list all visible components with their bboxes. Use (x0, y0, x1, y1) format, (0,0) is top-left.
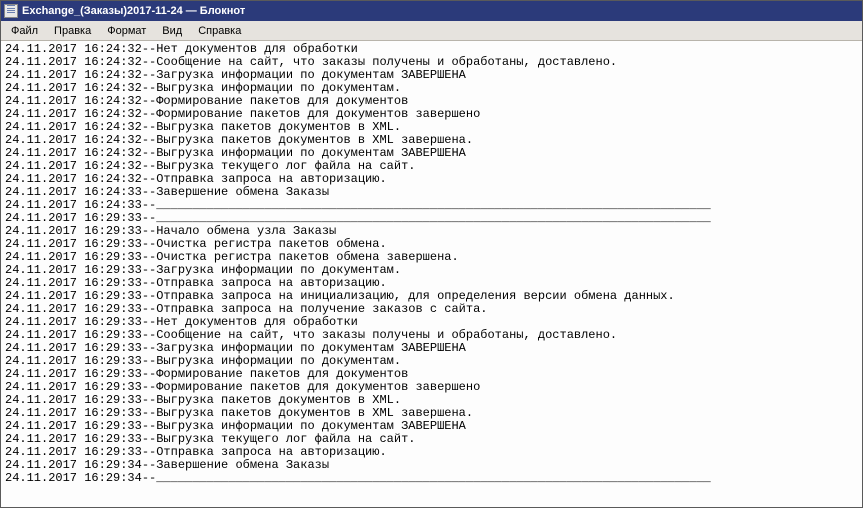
menu-help[interactable]: Справка (190, 23, 249, 39)
titlebar[interactable]: Exchange_(Заказы)2017-11-24 — Блокнот (1, 1, 862, 21)
menu-format[interactable]: Формат (99, 23, 154, 39)
notepad-window: Exchange_(Заказы)2017-11-24 — Блокнот Фа… (0, 0, 863, 508)
menubar: Файл Правка Формат Вид Справка (1, 21, 862, 41)
menu-file[interactable]: Файл (3, 23, 46, 39)
log-line: 24.11.2017 16:29:34--___________________… (5, 472, 858, 485)
menu-view[interactable]: Вид (154, 23, 190, 39)
menu-edit[interactable]: Правка (46, 23, 99, 39)
text-area[interactable]: 24.11.2017 16:24:32--Нет документов для … (1, 41, 862, 507)
window-title: Exchange_(Заказы)2017-11-24 — Блокнот (22, 5, 245, 17)
notepad-icon (4, 4, 18, 18)
